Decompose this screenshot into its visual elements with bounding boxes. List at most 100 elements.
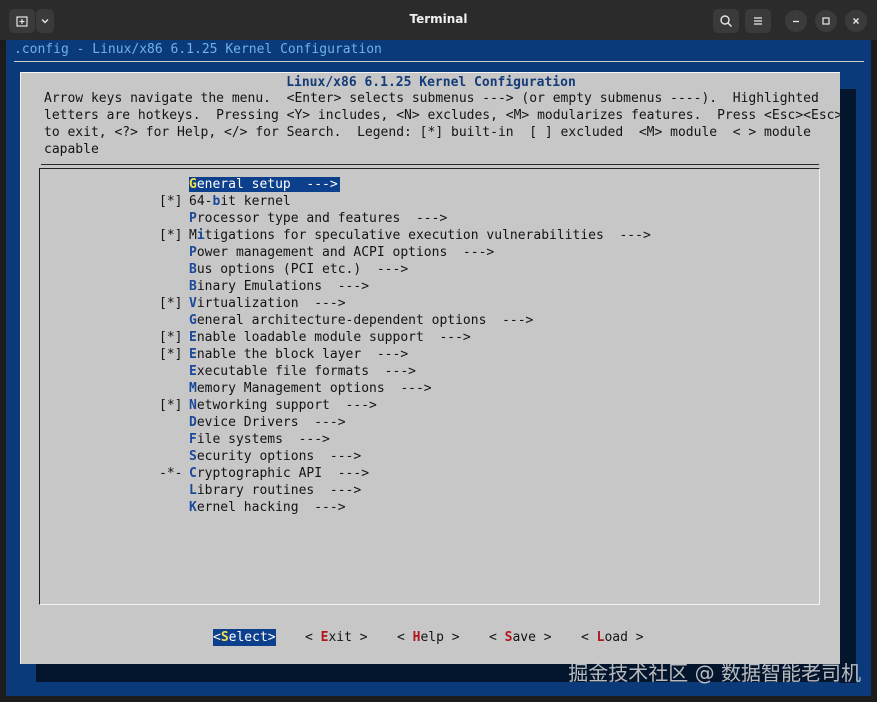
button-label: xit (328, 630, 352, 645)
button-bracket-left: < (305, 630, 321, 645)
menu-item-label: etworking support ---> (196, 398, 377, 413)
menu-item-general-setup[interactable]: General setup ---> (159, 176, 340, 193)
menu-item-hotkey: M (189, 381, 197, 396)
menu-item-label: emory Management options ---> (196, 381, 432, 396)
menu-item-hotkey: B (189, 262, 197, 277)
button-bracket-right: > (443, 630, 460, 645)
close-icon (853, 18, 859, 24)
menu-item-prefix: [*] (159, 398, 183, 413)
menu-item-library-routines[interactable]: Library routines ---> (159, 482, 361, 499)
menu-item-block-layer[interactable]: [*] Enable the block layer ---> (159, 346, 408, 363)
menu-item-label: ibrary routines ---> (196, 483, 362, 498)
menu-item-kernel-hacking[interactable]: Kernel hacking ---> (159, 499, 346, 516)
menu-item-hotkey: i (196, 228, 205, 243)
save-button[interactable]: < Save > (489, 629, 552, 646)
menu-item-label: ile systems ---> (196, 432, 330, 447)
menu-item-bus-options[interactable]: Bus options (PCI etc.) ---> (159, 261, 408, 278)
menu-item-executable-formats[interactable]: Executable file formats ---> (159, 363, 416, 380)
maximize-button[interactable] (815, 10, 837, 32)
title-bar: Terminal (0, 0, 877, 41)
header-divider (14, 61, 864, 62)
menu-item-label: rocessor type and features ---> (196, 211, 448, 226)
button-label: elect (228, 630, 268, 645)
minimize-button[interactable] (785, 10, 807, 32)
menu-item-memory-management[interactable]: Memory Management options ---> (159, 380, 432, 397)
menu-list: General setup ---> [*] 64-bit kernel Proc… (39, 168, 820, 605)
menu-item-label: irtualization ---> (196, 296, 346, 311)
menu-item-label-prefix: M (189, 228, 197, 243)
menu-item-hotkey: E (189, 347, 197, 362)
menu-item-hotkey: F (189, 432, 197, 447)
button-bracket-left: < (213, 630, 221, 645)
help-divider (41, 164, 819, 165)
maximize-icon (822, 17, 830, 25)
button-bracket-left: < (397, 630, 413, 645)
menu-item-hotkey: E (189, 330, 197, 345)
close-button[interactable] (845, 10, 867, 32)
search-button[interactable] (713, 9, 739, 33)
menu-item-label: eneral setup ---> (196, 177, 338, 192)
terminal-area[interactable]: .config - Linux/x86 6.1.25 Kernel Config… (6, 40, 871, 696)
menu-item-device-drivers[interactable]: Device Drivers ---> (159, 414, 346, 431)
menu-item-label: ower management and ACPI options ---> (196, 245, 495, 260)
help-text-line: Arrow keys navigate the menu. <Enter> se… (44, 91, 819, 106)
menu-item-hotkey: K (189, 500, 197, 515)
menu-item-hotkey: V (189, 296, 197, 311)
watermark: 掘金技术社区 @ 数据智能老司机 (568, 661, 861, 685)
menu-item-label: nable loadable module support ---> (196, 330, 471, 345)
button-label: elp (420, 630, 444, 645)
button-label: oad (604, 630, 628, 645)
menu-item-hotkey: G (189, 177, 197, 192)
menu-item-hotkey: L (189, 483, 197, 498)
menu-item-prefix: [*] (159, 296, 183, 311)
help-button[interactable]: < Help > (397, 629, 460, 646)
load-button[interactable]: < Load > (581, 629, 644, 646)
menu-item-prefix: [*] (159, 194, 183, 209)
menu-item-processor[interactable]: Processor type and features ---> (159, 210, 447, 227)
button-bracket-right: > (351, 630, 368, 645)
menu-item-label: ernel hacking ---> (196, 500, 346, 515)
exit-button[interactable]: < Exit > (305, 629, 368, 646)
help-text-line: letters are hotkeys. Pressing <Y> includ… (44, 108, 843, 123)
menu-item-label: nable the block layer ---> (196, 347, 409, 362)
menu-item-label-prefix: 64- (189, 194, 213, 209)
menu-item-prefix: [*] (159, 228, 183, 243)
select-button[interactable]: <Select> (213, 629, 276, 646)
menu-item-hotkey: E (189, 364, 197, 379)
menu-item-label: tigations for speculative execution vuln… (204, 228, 651, 243)
menu-item-label: inary Emulations ---> (196, 279, 370, 294)
hamburger-menu-icon (754, 17, 762, 25)
help-text-line: capable (44, 142, 99, 157)
minimize-icon (793, 20, 799, 23)
menu-item-file-systems[interactable]: File systems ---> (159, 431, 330, 448)
menu-button[interactable] (745, 9, 771, 33)
menu-item-hotkey: B (189, 279, 197, 294)
menu-item-power-management[interactable]: Power management and ACPI options ---> (159, 244, 494, 261)
button-label: ave (512, 630, 536, 645)
menu-item-label: xecutable file formats ---> (196, 364, 416, 379)
menu-item-label: evice Drivers ---> (196, 415, 346, 430)
menu-item-hotkey: P (189, 245, 197, 260)
button-bracket-left: < (581, 630, 597, 645)
menu-item-loadable-modules[interactable]: [*] Enable loadable module support ---> (159, 329, 471, 346)
menu-item-prefix: [*] (159, 347, 183, 362)
search-icon (720, 15, 732, 27)
menu-item-mitigations[interactable]: [*] Mitigations for speculative execution… (159, 227, 651, 244)
menu-item-security[interactable]: Security options ---> (159, 448, 361, 465)
menu-item-virtualization[interactable]: [*] Virtualization ---> (159, 295, 346, 312)
button-bracket-right: > (267, 630, 276, 645)
menu-item-general-arch[interactable]: General architecture-dependent options -… (159, 312, 533, 329)
menu-item-hotkey: S (189, 449, 197, 464)
button-bracket-left: < (489, 630, 505, 645)
dialog-shadow-right (840, 89, 856, 683)
menu-item-hotkey: D (189, 415, 197, 430)
menu-item-hotkey: G (189, 313, 197, 328)
menu-item-binary-emulations[interactable]: Binary Emulations ---> (159, 278, 369, 295)
menuconfig-dialog: Linux/x86 6.1.25 Kernel Configuration Ar… (20, 72, 843, 664)
menu-item-label: eneral architecture-dependent options --… (196, 313, 534, 328)
menu-item-64-bit-kernel[interactable]: [*] 64-bit kernel (159, 193, 291, 210)
menu-item-cryptographic-api[interactable]: -*- Cryptographic API ---> (159, 465, 369, 482)
menu-item-networking[interactable]: [*] Networking support ---> (159, 397, 377, 414)
config-header: .config - Linux/x86 6.1.25 Kernel Config… (14, 42, 382, 57)
menu-item-prefix: -*- (159, 466, 183, 481)
